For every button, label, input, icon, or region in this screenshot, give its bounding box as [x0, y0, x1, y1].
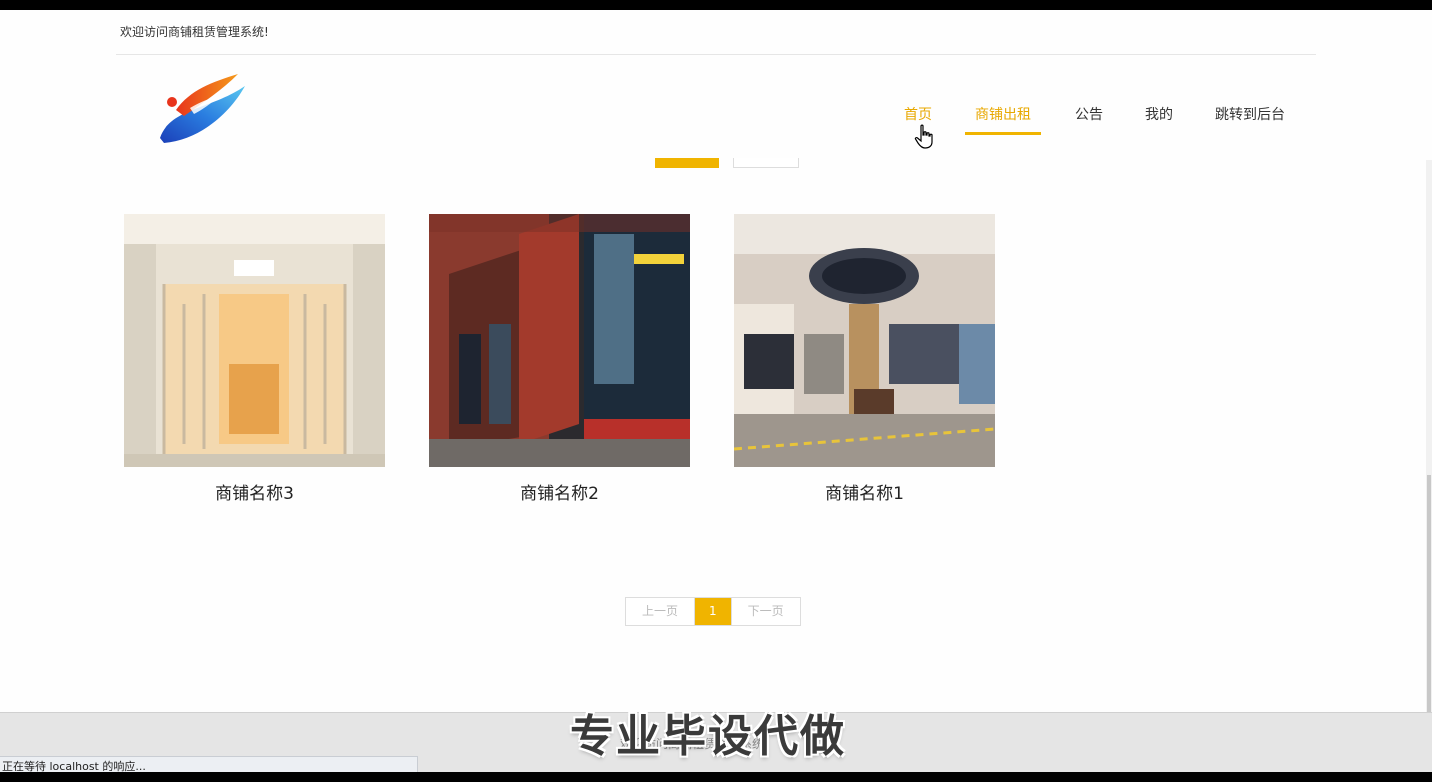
scrollbar-thumb[interactable]: [1427, 475, 1431, 715]
shop-image: [734, 214, 995, 467]
nav-home-label: 首页: [904, 107, 932, 123]
prev-page-button[interactable]: 上一页: [626, 598, 694, 625]
active-nav-underline: [965, 132, 1041, 135]
pagination: 上一页 1 下一页: [625, 597, 801, 626]
vertical-scrollbar[interactable]: [1426, 160, 1432, 772]
partial-button-outline: [733, 158, 799, 168]
next-page-button[interactable]: 下一页: [730, 598, 800, 625]
partial-button-accent: [655, 158, 719, 168]
shop-name: 商铺名称2: [520, 484, 599, 504]
shop-image: [429, 214, 690, 467]
nav-announcements[interactable]: 公告: [1075, 104, 1103, 134]
site-logo[interactable]: [150, 68, 255, 148]
nav-shop-rental-label: 商铺出租: [975, 107, 1031, 123]
shop-name: 商铺名称3: [215, 484, 294, 504]
welcome-text: 欢迎访问商铺租赁管理系统!: [120, 25, 269, 39]
nav-announcements-label: 公告: [1075, 107, 1103, 123]
hand-cursor-icon: [914, 124, 936, 150]
watermark-overlay: 专业毕设代做: [570, 711, 846, 762]
divider: [116, 54, 1316, 55]
shop-card[interactable]: 商铺名称3: [124, 214, 385, 504]
shop-image: [124, 214, 385, 467]
nav-mine-label: 我的: [1145, 107, 1173, 123]
nav-admin[interactable]: 跳转到后台: [1215, 104, 1285, 134]
nav-shop-rental[interactable]: 商铺出租: [965, 104, 1041, 135]
browser-status-bar: 正在等待 localhost 的响应...: [0, 756, 418, 772]
shop-card[interactable]: 商铺名称1: [734, 214, 995, 504]
shop-card[interactable]: 商铺名称2: [429, 214, 690, 504]
nav-admin-label: 跳转到后台: [1215, 107, 1285, 123]
shop-name: 商铺名称1: [825, 484, 904, 504]
browser-viewport: 欢迎访问商铺租赁管理系统! 首页 商铺出租 公告 我的 跳转到后台 商铺名称3 …: [0, 10, 1432, 772]
current-page-button[interactable]: 1: [694, 598, 731, 625]
nav-mine[interactable]: 我的: [1145, 104, 1173, 134]
